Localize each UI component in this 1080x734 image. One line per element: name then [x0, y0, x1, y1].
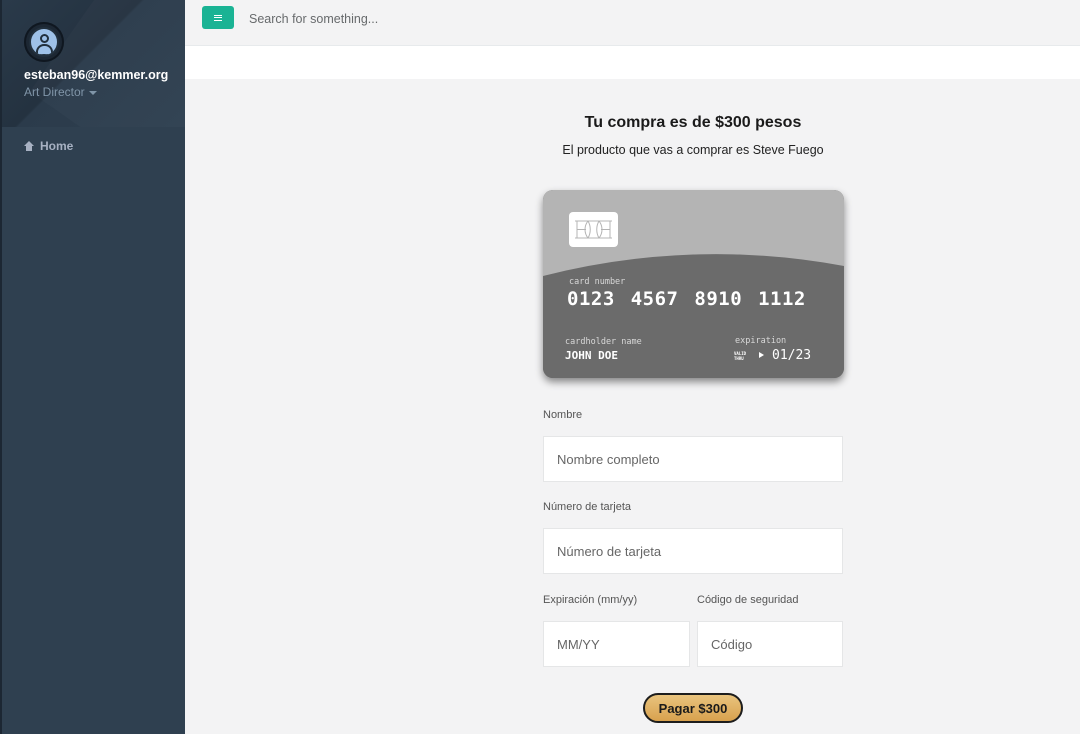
credit-card-preview: card number 0123 4567 8910 1112 cardhold… [543, 190, 844, 378]
card-number-field-label: Número de tarjeta [543, 501, 632, 513]
card-number-label: card number [569, 277, 626, 287]
card-number-field[interactable] [543, 528, 843, 574]
card-expiration: 01/23 [772, 348, 812, 363]
sidebar: esteban96@kemmer.org Art Director Home [0, 0, 185, 734]
security-code-label: Código de seguridad [697, 594, 799, 606]
avatar[interactable] [24, 22, 64, 62]
search-input[interactable] [247, 7, 651, 31]
page-heading-strip [185, 46, 1080, 79]
sidebar-item-label: Home [40, 139, 74, 153]
arrow-right-icon [759, 352, 764, 358]
pay-button[interactable]: Pagar $300 [643, 693, 743, 723]
caret-down-icon [88, 90, 97, 95]
user-role-label: Art Director [24, 85, 85, 99]
user-role-dropdown[interactable]: Art Director [24, 85, 97, 99]
purchase-subtitle: El producto que vas a comprar es Steve F… [562, 143, 824, 157]
cardholder-name: JOHN DOE [565, 349, 618, 362]
sidebar-item-home[interactable]: Home [24, 139, 73, 153]
valid-thru-label: VALID THRU [734, 351, 747, 361]
name-label: Nombre [543, 409, 583, 421]
purchase-title: Tu compra es de $300 pesos [584, 114, 802, 131]
hamburger-icon [214, 14, 222, 21]
name-field[interactable] [543, 436, 843, 482]
home-icon [24, 141, 34, 151]
user-email[interactable]: esteban96@kemmer.org [24, 68, 168, 82]
user-icon [29, 27, 59, 57]
expiration-field-label: Expiración (mm/yy) [543, 594, 638, 606]
expiration-field[interactable] [543, 621, 690, 667]
menu-toggle-button[interactable] [202, 6, 234, 29]
card-number: 0123 4567 8910 1112 [567, 288, 806, 310]
top-navbar [185, 0, 1080, 46]
security-code-field[interactable] [697, 621, 843, 667]
chip-icon [569, 212, 618, 247]
profile-header [2, 0, 185, 127]
expiration-label: expiration [735, 336, 787, 346]
cardholder-label: cardholder name [565, 337, 642, 347]
